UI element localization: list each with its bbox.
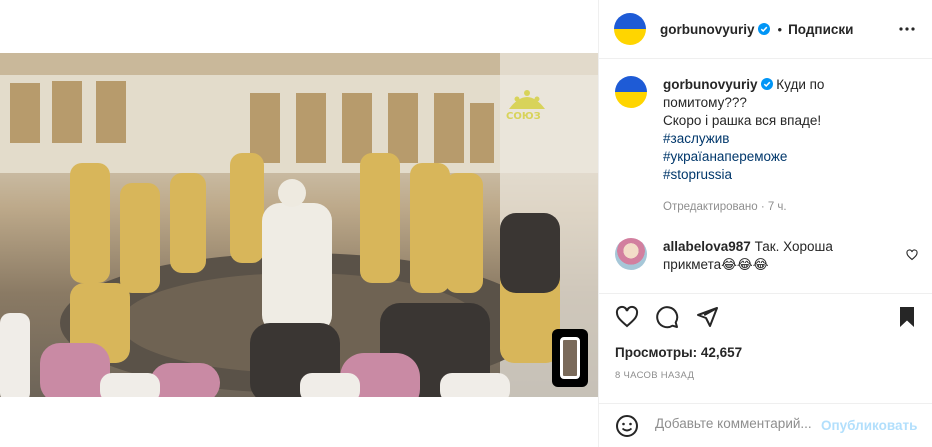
hashtag-link[interactable]: #заслужив <box>663 130 824 148</box>
post-timestamp: 8 ЧАСОВ НАЗАД <box>615 370 695 381</box>
following-button[interactable]: Подписки <box>788 22 853 37</box>
post-details-panel: gorbunovyuriy • Подписки gorbunovyuriy К… <box>598 0 932 447</box>
author-username[interactable]: gorbunovyuriy <box>660 22 755 37</box>
media-panel: СОЮЗ <box>0 0 598 447</box>
views-count: Просмотры: 42,657 <box>615 345 743 360</box>
video-player[interactable]: СОЮЗ <box>0 53 598 397</box>
hashtag-link[interactable]: #україанапереможе <box>663 148 824 166</box>
verified-badge-icon <box>760 78 773 90</box>
caption-body: gorbunovyuriy Куди по помитому??? Скоро … <box>663 76 824 184</box>
caption-text-line3: Скоро і рашка вся впаде! <box>663 113 822 128</box>
comment-icon[interactable] <box>655 305 679 329</box>
caption-text-line1: Куди по <box>776 77 825 92</box>
instagram-post: СОЮЗ gorbunovyuriy • Подписки gorbunovyu… <box>0 0 932 447</box>
post-caption: gorbunovyuriy Куди по помитому??? Скоро … <box>615 76 921 184</box>
channel-watermark: СОЮЗ <box>506 111 541 122</box>
caption-author-avatar[interactable] <box>615 76 647 108</box>
comment-body: allabelova987 Так. Хороша прикмета😂😂😂 <box>663 238 893 274</box>
emoji-icon[interactable] <box>615 414 639 438</box>
video-overlay-thumbnail <box>560 337 580 379</box>
commenter-username[interactable]: allabelova987 <box>663 239 751 254</box>
comment-like-heart-icon[interactable] <box>906 249 918 261</box>
post-actions-bar <box>599 293 932 337</box>
bookmark-icon[interactable] <box>895 305 919 329</box>
comment-item: allabelova987 Так. Хороша прикмета😂😂😂 <box>615 238 921 274</box>
publish-button[interactable]: Опубликовать <box>821 418 917 433</box>
add-comment-bar: Опубликовать <box>599 403 932 447</box>
post-header: gorbunovyuriy • Подписки <box>599 0 932 59</box>
author-avatar[interactable] <box>614 13 646 45</box>
caption-text-line2: помитому??? <box>663 95 747 110</box>
header-separator: • <box>777 21 783 37</box>
heart-icon[interactable] <box>615 305 639 329</box>
send-icon[interactable] <box>695 305 719 329</box>
verified-badge-icon <box>757 23 770 35</box>
video-overlay-badge <box>552 329 588 387</box>
caption-username[interactable]: gorbunovyuriy <box>663 77 758 92</box>
hashtag-link[interactable]: #stoprussia <box>663 166 824 184</box>
more-horizontal-icon[interactable] <box>897 22 917 36</box>
commenter-avatar[interactable] <box>615 238 647 270</box>
edited-timestamp: Отредактировано · 7 ч. <box>663 201 787 213</box>
